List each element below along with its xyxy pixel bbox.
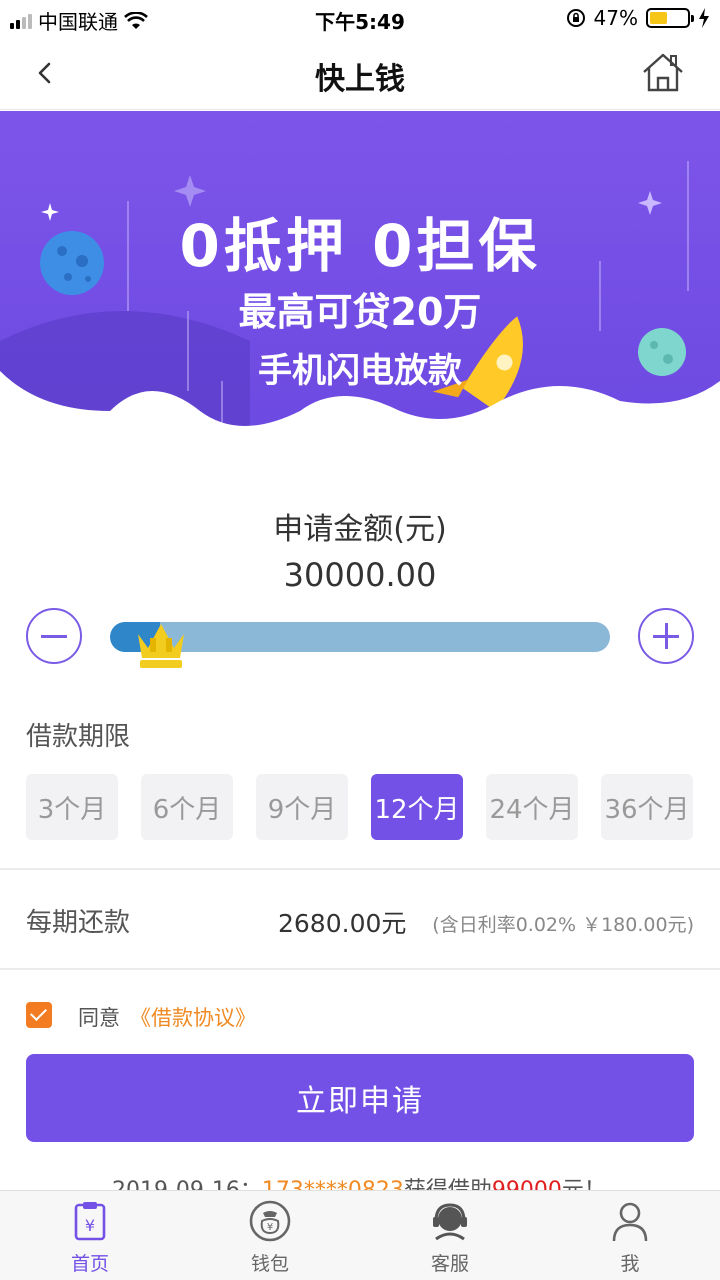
amount-value: 30000.00 (283, 556, 437, 594)
svg-text:¥: ¥ (267, 1222, 273, 1233)
banner-tagline: 手机闪电放款 (258, 351, 462, 391)
ticker-text: 2019-09-16：173****0823获得借助99000元！ (112, 1172, 606, 1190)
tab-home-label: 首页 (70, 1253, 109, 1275)
page-title: 快上钱 (315, 62, 405, 97)
ticker-user: 173****0823 (262, 1178, 404, 1190)
loan-ticker: 2019-09-16：173****0823获得借助99000元！ (0, 1168, 720, 1190)
status-bar: 中国联通 下午5:49 47% (0, 0, 720, 36)
status-right: 47% (566, 6, 710, 30)
crown-slider-handle-icon[interactable] (134, 614, 188, 670)
tab-me[interactable]: 我 (540, 1191, 720, 1280)
ticker-amount: 99000 (492, 1178, 562, 1190)
svg-text:¥: ¥ (85, 1216, 95, 1235)
home-button[interactable] (640, 50, 686, 96)
rotation-lock-icon (566, 9, 585, 27)
apply-button[interactable]: 立即申请 (26, 1054, 694, 1142)
nav-bar: 快上钱 (0, 36, 720, 110)
tab-bar: ¥ 首页 ¥ 钱包 客服 我 (0, 1190, 720, 1280)
charging-icon (699, 8, 709, 28)
tab-wallet-label: 钱包 (250, 1253, 289, 1275)
ticker-suffix: 元！ (562, 1178, 606, 1190)
promo-banner[interactable]: 0抵押 0担保 最高可贷20万 手机闪电放款 (0, 111, 720, 471)
agreement-checkbox[interactable] (26, 1002, 52, 1028)
tab-service[interactable]: 客服 (360, 1191, 540, 1280)
divider (0, 868, 720, 870)
tab-home[interactable]: ¥ 首页 (0, 1191, 180, 1280)
repayment-label: 每期还款 (26, 908, 131, 938)
tab-me-label: 我 (620, 1253, 640, 1275)
ticker-date: 2019-09-16： (112, 1178, 262, 1190)
divider (0, 968, 720, 970)
loan-agreement-link[interactable]: 《借款协议》 (130, 1002, 256, 1032)
increase-amount-button[interactable] (638, 608, 694, 664)
term-label: 借款期限 (26, 722, 131, 752)
term-option-9[interactable]: 9个月 (256, 774, 348, 840)
term-option-3[interactable]: 3个月 (26, 774, 118, 840)
battery-icon (646, 8, 694, 28)
decrease-amount-button[interactable] (26, 608, 82, 664)
battery-percent: 47% (593, 6, 638, 30)
term-options: 3个月 6个月 9个月 12个月 24个月 36个月 (26, 774, 694, 840)
banner-subline: 最高可贷20万 (238, 290, 482, 334)
banner-headline: 0抵押 0担保 (179, 212, 541, 280)
tab-service-label: 客服 (430, 1253, 469, 1275)
home-clipboard-icon: ¥ (74, 1202, 106, 1241)
amount-label: 申请金额(元) (273, 512, 447, 547)
wallet-icon: ¥ (249, 1200, 291, 1242)
term-option-12[interactable]: 12个月 (371, 774, 463, 840)
term-option-6[interactable]: 6个月 (141, 774, 233, 840)
tab-wallet[interactable]: ¥ 钱包 (180, 1191, 360, 1280)
repayment-note: (含日利率0.02% ￥180.00元) (432, 914, 694, 936)
user-icon (612, 1202, 648, 1242)
agreement-text: 同意 (78, 1006, 120, 1030)
term-option-24[interactable]: 24个月 (486, 774, 578, 840)
term-option-36[interactable]: 36个月 (601, 774, 693, 840)
ticker-action: 获得借助 (404, 1178, 492, 1190)
repayment-value: 2680.00元 (278, 909, 407, 938)
customer-service-icon (433, 1203, 467, 1241)
